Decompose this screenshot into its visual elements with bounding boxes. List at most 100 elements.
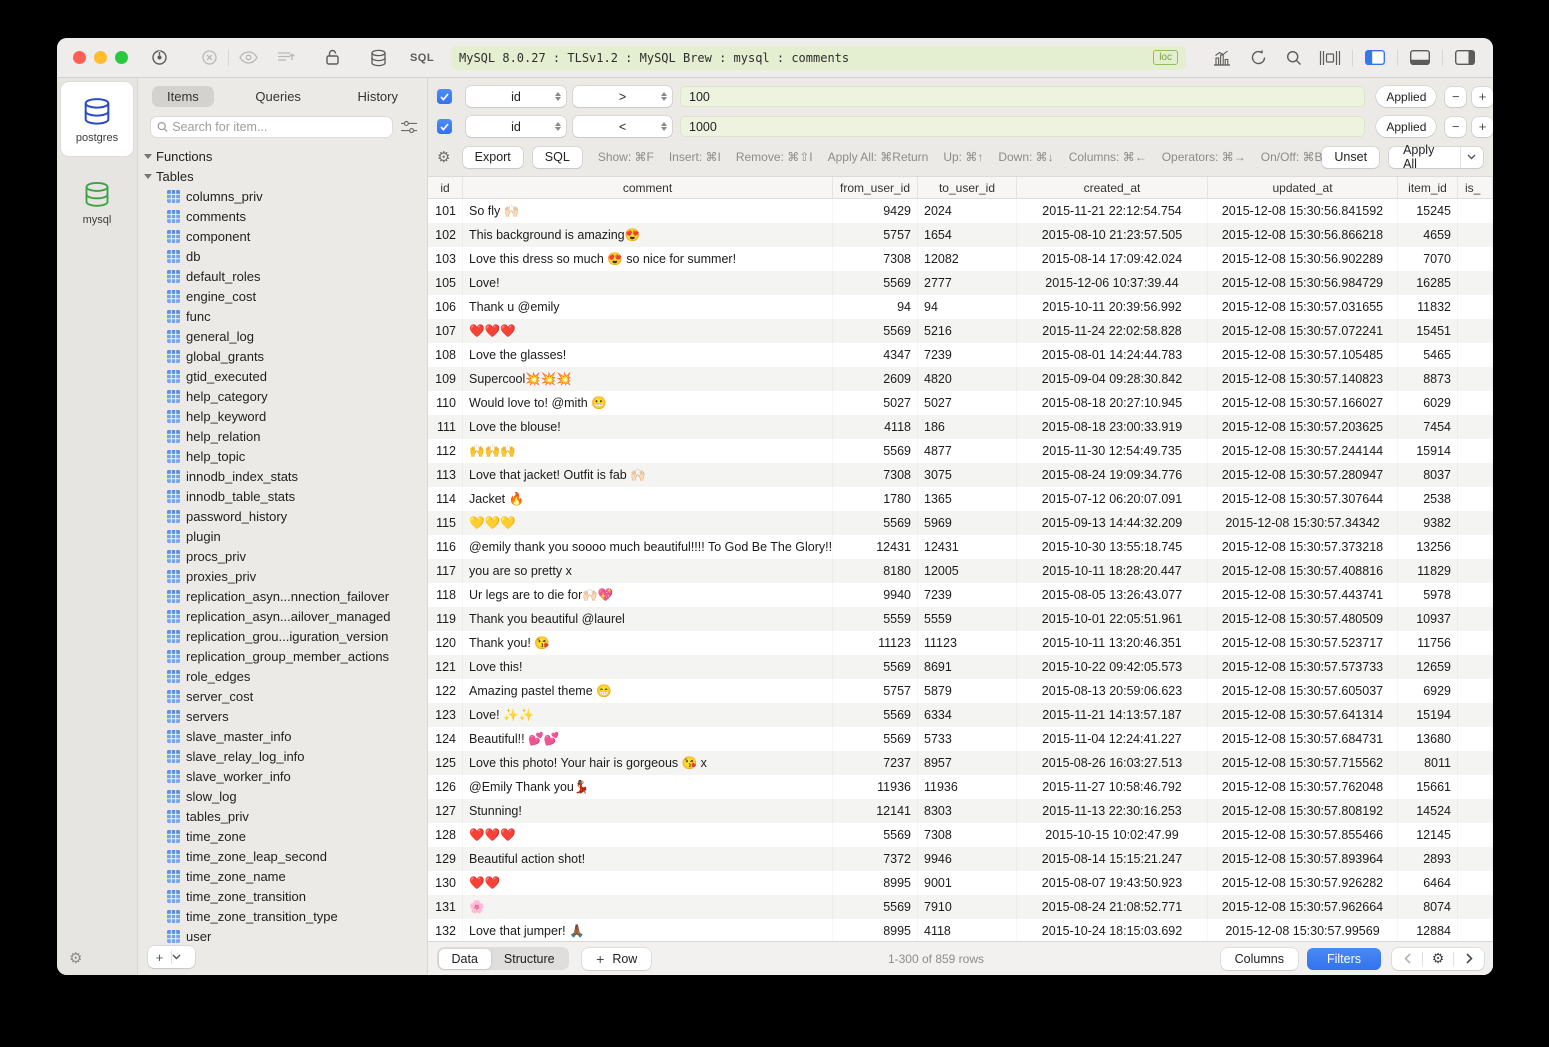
remove-filter-button[interactable]: − xyxy=(1445,117,1466,137)
sidebar-item-table-slave_worker_info[interactable]: slave_worker_info xyxy=(138,766,427,786)
cell-created_at[interactable]: 2015-10-30 13:55:18.745 xyxy=(1017,535,1208,559)
cell-created_at[interactable]: 2015-11-13 22:30:16.253 xyxy=(1017,799,1208,823)
cell-item_id[interactable]: 12659 xyxy=(1398,655,1458,679)
cell-from_user_id[interactable]: 7308 xyxy=(833,463,918,487)
lock-icon[interactable] xyxy=(317,46,347,70)
cell-to_user_id[interactable]: 5879 xyxy=(918,679,1017,703)
sidebar-item-table-replication_asyn...ailover_managed[interactable]: replication_asyn...ailover_managed xyxy=(138,606,427,626)
cell-from_user_id[interactable]: 5569 xyxy=(833,727,918,751)
filter-enabled-checkbox[interactable] xyxy=(437,119,452,134)
sql-button[interactable]: SQL xyxy=(533,147,582,168)
sidebar-item-table-help_keyword[interactable]: help_keyword xyxy=(138,406,427,426)
cell-item_id[interactable]: 8037 xyxy=(1398,463,1458,487)
cell-from_user_id[interactable]: 8995 xyxy=(833,919,918,941)
cell-id[interactable]: 117 xyxy=(428,559,463,583)
sidebar-item-table-password_history[interactable]: password_history xyxy=(138,506,427,526)
unset-button[interactable]: Unset xyxy=(1322,147,1379,168)
cell-created_at[interactable]: 2015-11-21 22:12:54.754 xyxy=(1017,199,1208,223)
cell-from_user_id[interactable]: 94 xyxy=(833,295,918,319)
cell-comment[interactable]: Love this! xyxy=(463,655,833,679)
cell-to_user_id[interactable]: 1654 xyxy=(918,223,1017,247)
cell-is_[interactable] xyxy=(1458,895,1493,919)
search-icon[interactable] xyxy=(1276,46,1312,70)
cell-comment[interactable]: Love the blouse! xyxy=(463,415,833,439)
cell-created_at[interactable]: 2015-08-18 20:27:10.945 xyxy=(1017,391,1208,415)
cell-from_user_id[interactable]: 5569 xyxy=(833,271,918,295)
sidebar-item-table-user[interactable]: user xyxy=(138,926,427,946)
sidebar-item-table-replication_asyn...nnection_failover[interactable]: replication_asyn...nnection_failover xyxy=(138,586,427,606)
cell-is_[interactable] xyxy=(1458,583,1493,607)
sql-editor-button[interactable]: SQL xyxy=(407,46,437,70)
cell-is_[interactable] xyxy=(1458,223,1493,247)
table-row[interactable]: 114Jacket 🔥178013652015-07-12 06:20:07.0… xyxy=(428,487,1493,511)
cell-item_id[interactable]: 13256 xyxy=(1398,535,1458,559)
cell-from_user_id[interactable]: 5569 xyxy=(833,895,918,919)
add-filter-button[interactable]: + xyxy=(1472,117,1493,137)
cell-comment[interactable]: @emily thank you soooo much beautiful!!!… xyxy=(463,535,833,559)
cell-item_id[interactable]: 10937 xyxy=(1398,607,1458,631)
cell-item_id[interactable]: 6929 xyxy=(1398,679,1458,703)
cell-id[interactable]: 126 xyxy=(428,775,463,799)
column-header-item_id[interactable]: item_id xyxy=(1398,177,1458,198)
cell-is_[interactable] xyxy=(1458,439,1493,463)
cell-created_at[interactable]: 2015-12-06 10:37:39.44 xyxy=(1017,271,1208,295)
tab-data[interactable]: Data xyxy=(439,949,491,969)
cell-updated_at[interactable]: 2015-12-08 15:30:57.105485 xyxy=(1208,343,1398,367)
cell-id[interactable]: 109 xyxy=(428,367,463,391)
table-row[interactable]: 102This background is amazing😍5757165420… xyxy=(428,223,1493,247)
cell-from_user_id[interactable]: 5569 xyxy=(833,319,918,343)
cell-created_at[interactable]: 2015-11-04 12:24:41.227 xyxy=(1017,727,1208,751)
cell-is_[interactable] xyxy=(1458,847,1493,871)
cell-to_user_id[interactable]: 7239 xyxy=(918,343,1017,367)
cell-created_at[interactable]: 2015-07-12 06:20:07.091 xyxy=(1017,487,1208,511)
preview-eye-icon[interactable] xyxy=(233,46,263,70)
cell-to_user_id[interactable]: 5559 xyxy=(918,607,1017,631)
cell-updated_at[interactable]: 2015-12-08 15:30:57.893964 xyxy=(1208,847,1398,871)
add-item-menu-button[interactable] xyxy=(172,954,195,960)
sidebar-item-table-slave_relay_log_info[interactable]: slave_relay_log_info xyxy=(138,746,427,766)
cell-id[interactable]: 131 xyxy=(428,895,463,919)
cell-comment[interactable]: Supercool💥💥💥 xyxy=(463,367,833,391)
cell-is_[interactable] xyxy=(1458,679,1493,703)
sidebar-item-table-columns_priv[interactable]: columns_priv xyxy=(138,186,427,206)
cell-is_[interactable] xyxy=(1458,463,1493,487)
cell-created_at[interactable]: 2015-08-24 21:08:52.771 xyxy=(1017,895,1208,919)
table-row[interactable]: 118Ur legs are to die for🙌🏻💖994072392015… xyxy=(428,583,1493,607)
cell-updated_at[interactable]: 2015-12-08 15:30:57.99569 xyxy=(1208,919,1398,941)
table-row[interactable]: 106Thank u @emily94942015-10-11 20:39:56… xyxy=(428,295,1493,319)
cell-from_user_id[interactable]: 4347 xyxy=(833,343,918,367)
sidebar-item-table-component[interactable]: component xyxy=(138,226,427,246)
cell-is_[interactable] xyxy=(1458,823,1493,847)
cell-created_at[interactable]: 2015-11-21 14:13:57.187 xyxy=(1017,703,1208,727)
table-row[interactable]: 126@Emily Thank you💃🏾11936119362015-11-2… xyxy=(428,775,1493,799)
cell-comment[interactable]: This background is amazing😍 xyxy=(463,223,833,247)
table-row[interactable]: 119Thank you beautiful @laurel5559555920… xyxy=(428,607,1493,631)
cell-id[interactable]: 113 xyxy=(428,463,463,487)
cell-is_[interactable] xyxy=(1458,391,1493,415)
sidebar-item-table-procs_priv[interactable]: procs_priv xyxy=(138,546,427,566)
cell-created_at[interactable]: 2015-08-26 16:03:27.513 xyxy=(1017,751,1208,775)
cell-is_[interactable] xyxy=(1458,295,1493,319)
cell-id[interactable]: 128 xyxy=(428,823,463,847)
cell-comment[interactable]: Love this photo! Your hair is gorgeous 😘… xyxy=(463,751,833,775)
cell-is_[interactable] xyxy=(1458,775,1493,799)
cell-updated_at[interactable]: 2015-12-08 15:30:57.244144 xyxy=(1208,439,1398,463)
table-row[interactable]: 108Love the glasses!434772392015-08-01 1… xyxy=(428,343,1493,367)
cell-updated_at[interactable]: 2015-12-08 15:30:57.34342 xyxy=(1208,511,1398,535)
cell-comment[interactable]: ❤️❤️❤️ xyxy=(463,823,833,847)
cell-id[interactable]: 125 xyxy=(428,751,463,775)
cell-to_user_id[interactable]: 3075 xyxy=(918,463,1017,487)
cell-item_id[interactable]: 2538 xyxy=(1398,487,1458,511)
cell-id[interactable]: 101 xyxy=(428,199,463,223)
cell-item_id[interactable]: 15194 xyxy=(1398,703,1458,727)
filter-operator-select[interactable]: > xyxy=(573,86,672,107)
cell-updated_at[interactable]: 2015-12-08 15:30:57.715562 xyxy=(1208,751,1398,775)
cell-to_user_id[interactable]: 6334 xyxy=(918,703,1017,727)
refresh-icon[interactable] xyxy=(1240,46,1276,70)
sidebar-item-table-default_roles[interactable]: default_roles xyxy=(138,266,427,286)
cell-id[interactable]: 110 xyxy=(428,391,463,415)
cell-from_user_id[interactable]: 1780 xyxy=(833,487,918,511)
cell-is_[interactable] xyxy=(1458,343,1493,367)
cell-is_[interactable] xyxy=(1458,655,1493,679)
cell-to_user_id[interactable]: 2024 xyxy=(918,199,1017,223)
